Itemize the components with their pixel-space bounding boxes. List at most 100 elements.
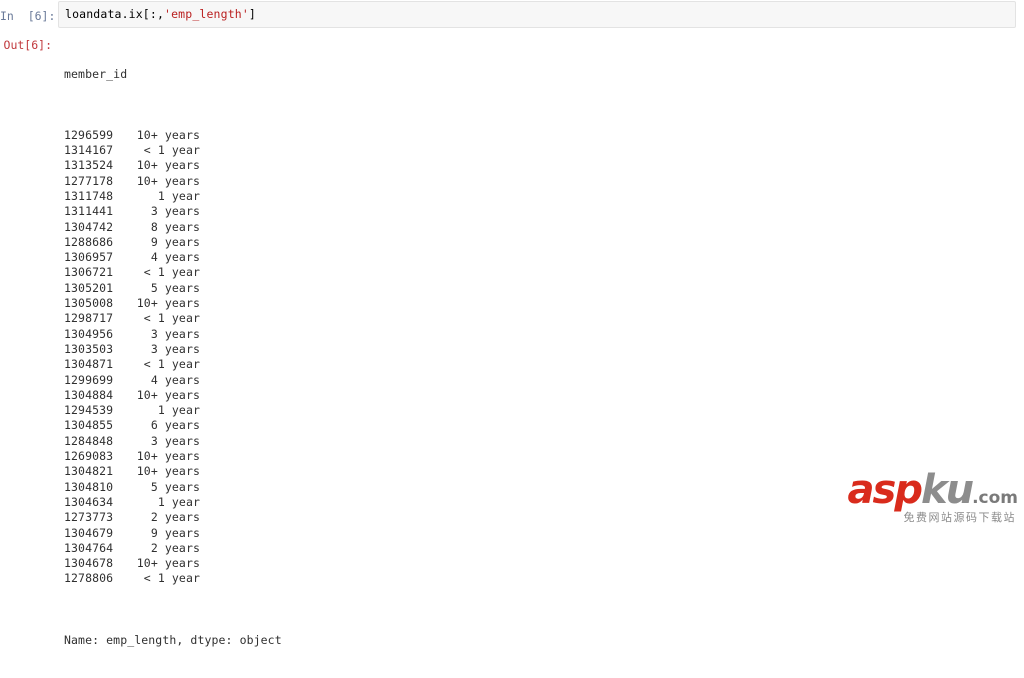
row-emp-length: 2 years bbox=[150, 510, 200, 525]
output-row: 1299699 4 years bbox=[64, 373, 282, 388]
output-row: 1284848 3 years bbox=[64, 434, 282, 449]
output-row: 1296599 10+ years bbox=[64, 128, 282, 143]
row-emp-length: < 1 year bbox=[143, 357, 200, 372]
row-member-id: 1304855 bbox=[64, 418, 114, 433]
row-emp-length: 1 year bbox=[157, 494, 200, 509]
output-row: 1306957 4 years bbox=[64, 250, 282, 265]
row-member-id: 1296599 bbox=[64, 127, 114, 142]
row-emp-length: 10+ years bbox=[136, 449, 200, 464]
row-member-id: 1305008 bbox=[64, 296, 114, 311]
output-row: 1304884 10+ years bbox=[64, 388, 282, 403]
row-emp-length: 1 year bbox=[157, 188, 200, 203]
output-row: 1288686 9 years bbox=[64, 235, 282, 250]
row-emp-length: < 1 year bbox=[143, 311, 200, 326]
row-emp-length: 5 years bbox=[150, 479, 200, 494]
row-member-id: 1269083 bbox=[64, 449, 114, 464]
row-member-id: 1314167 bbox=[64, 143, 114, 158]
output-row: 1304742 8 years bbox=[64, 220, 282, 235]
row-emp-length: 8 years bbox=[150, 219, 200, 234]
output-row: 1311748 1 year bbox=[64, 189, 282, 204]
row-emp-length: 2 years bbox=[150, 540, 200, 555]
row-member-id: 1288686 bbox=[64, 234, 114, 249]
output-row: 1304678 10+ years bbox=[64, 556, 282, 571]
code-input-box[interactable]: loandata.ix[:,'emp_length'] bbox=[58, 1, 1016, 28]
watermark-part-ku: ku bbox=[920, 467, 974, 513]
row-member-id: 1304679 bbox=[64, 525, 114, 540]
watermark-part-com: .com bbox=[972, 488, 1018, 508]
row-member-id: 1304884 bbox=[64, 387, 114, 402]
output-row: 1306721 < 1 year bbox=[64, 265, 282, 280]
index-name-label: member_id bbox=[64, 66, 128, 81]
output-footer-line: Name: emp_length, dtype: object bbox=[64, 633, 282, 648]
row-emp-length: 10+ years bbox=[136, 464, 200, 479]
series-footer-label: Name: emp_length, dtype: object bbox=[64, 632, 282, 647]
input-prompt: In [6]: bbox=[0, 9, 56, 23]
row-emp-length: 5 years bbox=[150, 280, 200, 295]
row-emp-length: < 1 year bbox=[143, 265, 200, 280]
row-member-id: 1277178 bbox=[64, 173, 114, 188]
row-emp-length: 9 years bbox=[150, 525, 200, 540]
output-row: 1304871 < 1 year bbox=[64, 357, 282, 372]
output-series-text: member_id 1296599 10+ years 1314167 < 1 yea… bbox=[64, 36, 282, 678]
row-emp-length: 3 years bbox=[150, 326, 200, 341]
row-emp-length: 10+ years bbox=[136, 387, 200, 402]
row-emp-length: 10+ years bbox=[136, 173, 200, 188]
row-member-id: 1311441 bbox=[64, 204, 114, 219]
output-row: 1304810 5 years bbox=[64, 480, 282, 495]
output-row: 1304764 2 years bbox=[64, 541, 282, 556]
row-member-id: 1298717 bbox=[64, 311, 114, 326]
row-emp-length: 10+ years bbox=[136, 158, 200, 173]
row-emp-length: 3 years bbox=[150, 341, 200, 356]
output-row: 1305008 10+ years bbox=[64, 296, 282, 311]
row-member-id: 1313524 bbox=[64, 158, 114, 173]
row-emp-length: 1 year bbox=[157, 403, 200, 418]
output-row: 1278806 < 1 year bbox=[64, 571, 282, 586]
row-emp-length: 4 years bbox=[150, 372, 200, 387]
row-member-id: 1303503 bbox=[64, 341, 114, 356]
row-member-id: 1304810 bbox=[64, 479, 114, 494]
output-row: 1273773 2 years bbox=[64, 510, 282, 525]
row-member-id: 1304742 bbox=[64, 219, 114, 234]
row-emp-length: 9 years bbox=[150, 234, 200, 249]
row-member-id: 1273773 bbox=[64, 510, 114, 525]
output-row: 1294539 1 year bbox=[64, 403, 282, 418]
row-member-id: 1304634 bbox=[64, 494, 114, 509]
row-member-id: 1294539 bbox=[64, 403, 114, 418]
output-row: 1298717 < 1 year bbox=[64, 311, 282, 326]
row-emp-length: 4 years bbox=[150, 250, 200, 265]
row-emp-length: 6 years bbox=[150, 418, 200, 433]
code-token-bracket-close: ] bbox=[248, 7, 256, 21]
output-row: 1304679 9 years bbox=[64, 526, 282, 541]
row-member-id: 1311748 bbox=[64, 188, 114, 203]
output-row: 1304956 3 years bbox=[64, 327, 282, 342]
notebook-cell: In [6]: loandata.ix[:,'emp_length'] Out[… bbox=[0, 0, 1024, 647]
output-row: 1313524 10+ years bbox=[64, 158, 282, 173]
output-row: 1305201 5 years bbox=[64, 281, 282, 296]
input-cell-row: In [6]: loandata.ix[:,'emp_length'] bbox=[0, 0, 1024, 32]
output-row: 1304855 6 years bbox=[64, 418, 282, 433]
row-member-id: 1304678 bbox=[64, 556, 114, 571]
row-member-id: 1305201 bbox=[64, 280, 114, 295]
output-row: 1311441 3 years bbox=[64, 204, 282, 219]
row-member-id: 1284848 bbox=[64, 433, 114, 448]
row-emp-length: 10+ years bbox=[136, 556, 200, 571]
output-prompt: Out[6]: bbox=[3, 38, 52, 52]
row-emp-length: 3 years bbox=[150, 433, 200, 448]
row-member-id: 1304764 bbox=[64, 540, 114, 555]
code-token-string-literal: 'emp_length' bbox=[164, 7, 249, 21]
output-row: 1304821 10+ years bbox=[64, 464, 282, 479]
output-row: 1269083 10+ years bbox=[64, 449, 282, 464]
output-row: 1304634 1 year bbox=[64, 495, 282, 510]
output-rows-container: 1296599 10+ years 1314167 < 1 year 1313524 10… bbox=[64, 128, 282, 587]
row-member-id: 1278806 bbox=[64, 571, 114, 586]
code-input-text[interactable]: loandata.ix[:,'emp_length'] bbox=[65, 7, 256, 22]
row-emp-length: 10+ years bbox=[136, 296, 200, 311]
row-member-id: 1306721 bbox=[64, 265, 114, 280]
row-emp-length: 10+ years bbox=[136, 127, 200, 142]
row-member-id: 1304956 bbox=[64, 326, 114, 341]
row-member-id: 1304821 bbox=[64, 464, 114, 479]
output-row: 1314167 < 1 year bbox=[64, 143, 282, 158]
row-member-id: 1299699 bbox=[64, 372, 114, 387]
output-row: 1277178 10+ years bbox=[64, 174, 282, 189]
row-emp-length: < 1 year bbox=[143, 571, 200, 586]
